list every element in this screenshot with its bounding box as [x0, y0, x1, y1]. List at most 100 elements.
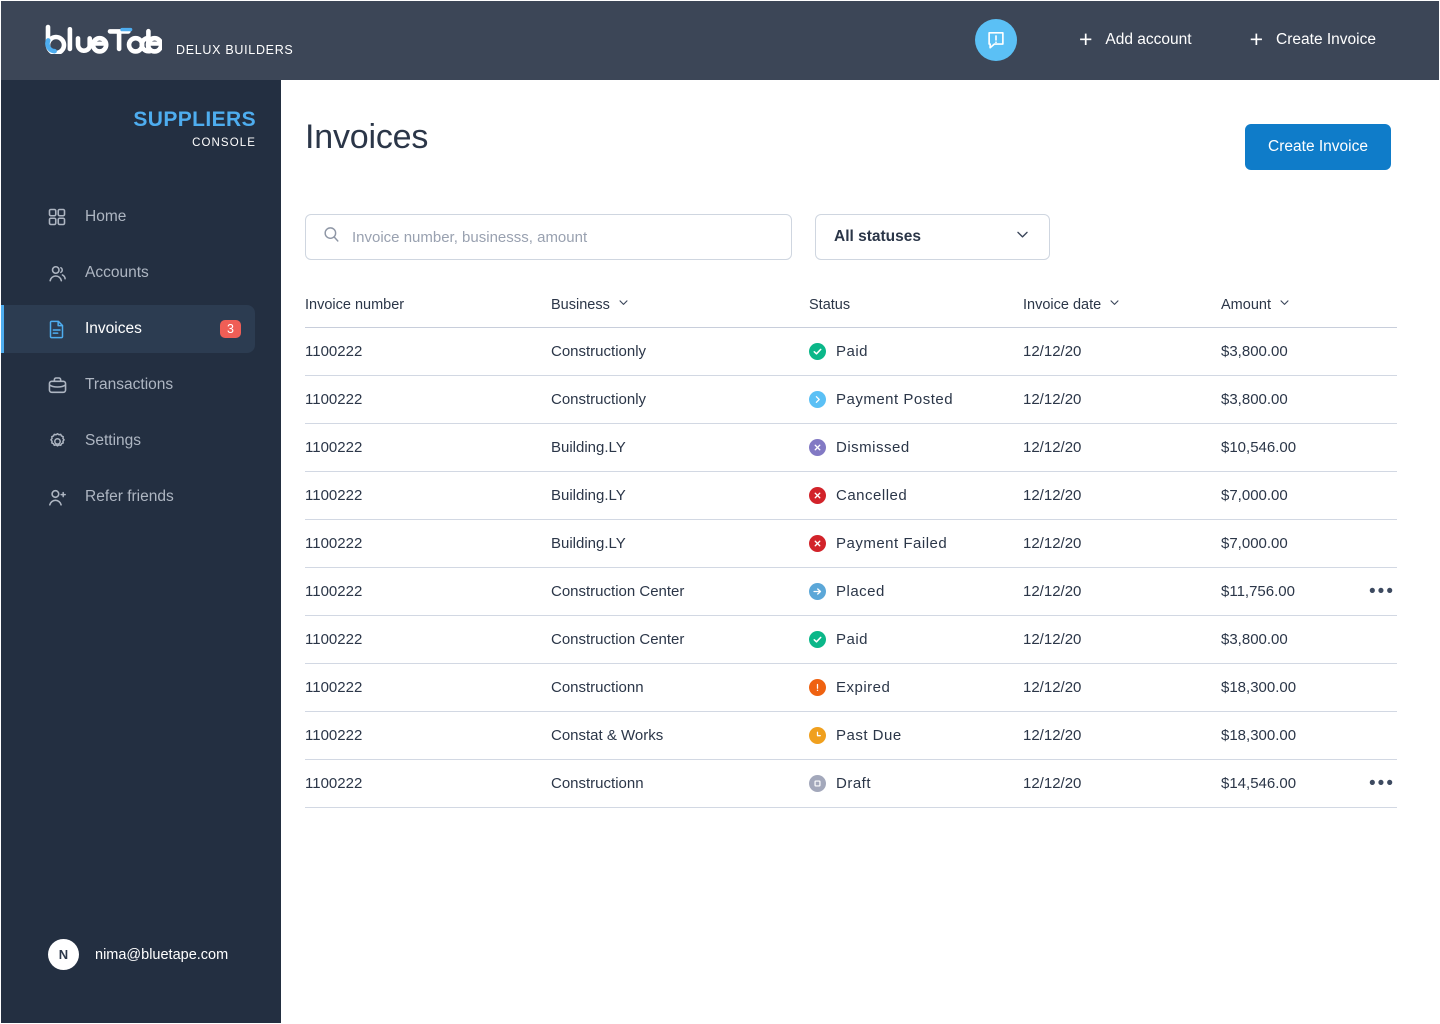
status-filter-select[interactable]: All statuses: [815, 214, 1050, 260]
cell-amount: $3,800.00: [1221, 343, 1288, 360]
cell-business: Constructionn: [551, 775, 644, 792]
cell-invoice-number: 1100222: [305, 439, 363, 456]
avatar: N: [48, 939, 79, 970]
column-header-invoice-date[interactable]: Invoice date: [1023, 296, 1221, 313]
cell-actions: •••: [1351, 634, 1397, 646]
cell-business: Construction Center: [551, 583, 685, 600]
table-header-row: Invoice number Business Status Invoice d…: [305, 296, 1397, 328]
add-account-button[interactable]: + Add account: [1078, 25, 1192, 52]
status-label: Payment Failed: [836, 535, 948, 552]
table-row[interactable]: 1100222 Constructionn Expired 12/12/20 $18,3…: [305, 664, 1397, 712]
search-input[interactable]: [352, 228, 775, 246]
console-header: SUPPLIERS CONSOLE: [0, 80, 281, 149]
column-header-business[interactable]: Business: [551, 296, 809, 313]
create-invoice-topbar-button[interactable]: + Create Invoice: [1250, 27, 1376, 51]
cell-status: Placed: [809, 583, 1023, 600]
table-row[interactable]: 1100222 Building.LY Payment Failed 12/12/20…: [305, 520, 1397, 568]
cell-status: Cancelled: [809, 487, 1023, 504]
clock-circle-icon: [809, 727, 826, 744]
main-content: Invoices Create Invoice Invoice number, …: [281, 80, 1440, 1024]
gear-icon: [46, 430, 68, 452]
cell-actions: •••: [1351, 582, 1397, 601]
cell-business: Building.LY: [551, 535, 626, 552]
cell-actions: •••: [1351, 490, 1397, 502]
cell-invoice-date: 12/12/20: [1023, 727, 1082, 744]
console-subtitle: CONSOLE: [192, 137, 256, 150]
cell-amount: $18,300.00: [1221, 679, 1297, 696]
table-row[interactable]: 1100222 Constat & Works Past Due 12/12/20 $1…: [305, 712, 1397, 760]
page-title: Invoices: [305, 118, 429, 156]
sidebar-user[interactable]: N nima@bluetape.com: [0, 939, 281, 1024]
cell-actions: •••: [1351, 442, 1397, 454]
sidebar-item-label: Invoices: [85, 320, 142, 338]
table-row[interactable]: 1100222 Constructionn Draft 12/12/20 $14,546…: [305, 760, 1397, 808]
sidebar-item-invoices[interactable]: Invoices 3: [0, 305, 255, 354]
cell-status: Payment Failed: [809, 535, 1023, 552]
search-icon: [322, 225, 341, 249]
cell-invoice-number: 1100222: [305, 391, 363, 408]
status-label: Past Due: [836, 727, 902, 744]
search-box[interactable]: [305, 214, 792, 260]
column-label: Invoice date: [1023, 296, 1102, 313]
cell-invoice-number: 1100222: [305, 631, 363, 648]
table-row[interactable]: 1100222 Construction Center Placed 12/12/20…: [305, 568, 1397, 616]
column-header-status: Status: [809, 297, 1023, 313]
table-row[interactable]: 1100222 Constructionly Payment Posted 12/12…: [305, 376, 1397, 424]
create-invoice-button[interactable]: Create Invoice: [1245, 124, 1391, 170]
row-overflow-menu-icon[interactable]: •••: [1369, 774, 1395, 793]
message-alert-icon[interactable]: [974, 19, 1017, 61]
cell-business: Constructionly: [551, 343, 647, 360]
cell-actions: •••: [1351, 394, 1397, 406]
main-inner: Invoices Create Invoice Invoice number, …: [305, 80, 1397, 808]
sidebar-nav: Home Accounts Invoices 3 Transactions Se…: [0, 193, 281, 529]
cell-amount: $18,300.00: [1221, 727, 1297, 744]
cell-status: Dismissed: [809, 439, 1023, 456]
check-circle-icon: [809, 631, 826, 648]
cell-invoice-date: 12/12/20: [1023, 679, 1082, 696]
column-label: Amount: [1221, 296, 1271, 313]
plus-icon: +: [1078, 25, 1093, 52]
arrow-circle-icon: [809, 583, 826, 600]
column-header-amount[interactable]: Amount: [1221, 296, 1351, 313]
bluetape-logo-icon: [44, 24, 162, 54]
cell-status: Expired: [809, 679, 1023, 696]
cell-amount: $3,800.00: [1221, 631, 1288, 648]
sidebar-item-refer-friends[interactable]: Refer friends: [0, 473, 255, 521]
create-invoice-label: Create Invoice: [1276, 31, 1376, 48]
table-row[interactable]: 1100222 Building.LY Cancelled 12/12/20 $7,00…: [305, 472, 1397, 520]
company-name: DELUX BUILDERS: [176, 42, 294, 57]
sidebar-item-transactions[interactable]: Transactions: [0, 361, 255, 409]
cell-invoice-number: 1100222: [305, 775, 363, 792]
document-icon: [46, 318, 68, 340]
cell-amount: $3,800.00: [1221, 391, 1288, 408]
person-plus-icon: [46, 486, 68, 508]
chevron-circle-icon: [809, 391, 826, 408]
status-label: Dismissed: [836, 439, 910, 456]
table-row[interactable]: 1100222 Building.LY Dismissed 12/12/20 $10,5…: [305, 424, 1397, 472]
cell-amount: $14,546.00: [1221, 775, 1297, 792]
filters-row: All statuses: [305, 214, 1391, 260]
table-row[interactable]: 1100222 Constructionly Paid 12/12/20 $3,800.…: [305, 328, 1397, 376]
chevron-down-icon: [617, 296, 630, 313]
cell-actions: •••: [1351, 346, 1397, 358]
sidebar-item-label: Refer friends: [85, 488, 174, 506]
cell-business: Constructionn: [551, 679, 644, 696]
column-label: Invoice number: [305, 296, 405, 313]
table-row[interactable]: 1100222 Construction Center Paid 12/12/20 $3…: [305, 616, 1397, 664]
cell-actions: •••: [1351, 538, 1397, 550]
cell-business: Building.LY: [551, 439, 626, 456]
status-label: Draft: [836, 775, 872, 792]
sidebar-item-home[interactable]: Home: [0, 193, 255, 241]
cell-business: Constat & Works: [551, 727, 664, 744]
brand[interactable]: DELUX BUILDERS: [44, 24, 293, 57]
row-overflow-menu-icon[interactable]: •••: [1369, 582, 1395, 601]
status-label: Paid: [836, 631, 869, 648]
app-root: DELUX BUILDERS + Add account + Create In…: [0, 0, 1440, 1024]
topbar-actions: + Add account + Create Invoice: [974, 19, 1376, 61]
console-title: SUPPLIERS: [133, 108, 256, 131]
sidebar-item-accounts[interactable]: Accounts: [0, 249, 255, 297]
sidebar-item-settings[interactable]: Settings: [0, 417, 255, 465]
cell-invoice-number: 1100222: [305, 343, 363, 360]
cell-status: Draft: [809, 775, 1023, 792]
